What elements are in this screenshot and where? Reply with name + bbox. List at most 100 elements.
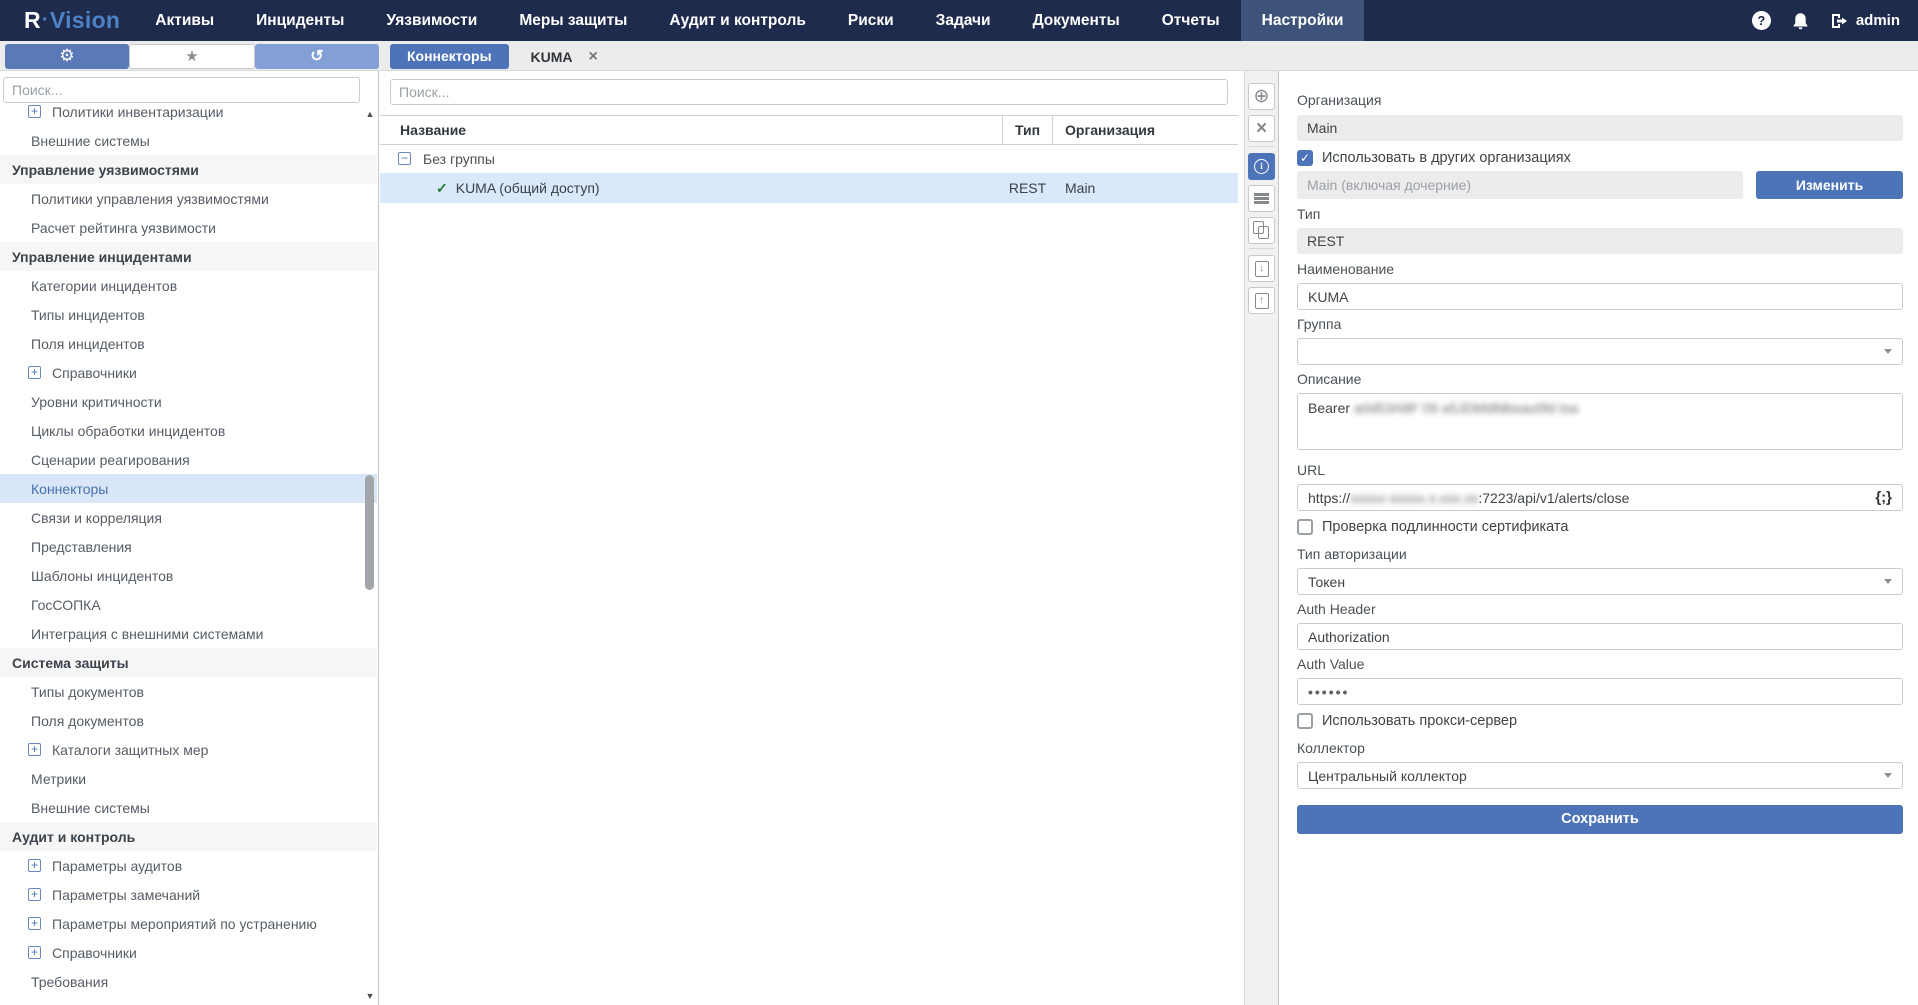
collector-select[interactable]: Центральный коллектор (1297, 762, 1903, 789)
share-checkbox-row[interactable]: Использовать в других организациях (1297, 149, 1903, 166)
add-button[interactable] (1248, 83, 1275, 110)
column-header-name[interactable]: Название (380, 116, 1002, 144)
delete-button[interactable] (1248, 115, 1275, 142)
scroll-down-icon[interactable] (363, 991, 377, 1001)
tab-favorites[interactable] (129, 44, 255, 69)
tree-item[interactable]: Циклы обработки инцидентов (0, 416, 377, 445)
expand-plus-icon[interactable] (28, 859, 41, 872)
tree-item[interactable]: Уровни критичности (0, 387, 377, 416)
nav-item-9[interactable]: Отчеты (1141, 0, 1241, 41)
checkbox-unchecked-icon[interactable] (1297, 519, 1313, 535)
tree-item[interactable]: Метрики (0, 764, 377, 793)
list-view-button[interactable] (1248, 185, 1275, 212)
collapse-group-icon[interactable] (398, 152, 411, 165)
tree-item[interactable]: Поля документов (0, 706, 377, 735)
expand-plus-icon[interactable] (28, 946, 41, 959)
tree-item[interactable]: Связи и корреляция (0, 503, 377, 532)
proxy-checkbox-row[interactable]: Использовать прокси-сервер (1297, 712, 1903, 729)
template-variables-icon[interactable] (1875, 489, 1892, 506)
tree-item[interactable]: Политики инвентаризации (0, 105, 377, 126)
url-redacted-host: xxxxx-xxxxx.x.xxx.xx (1350, 490, 1478, 506)
copy-button[interactable] (1248, 217, 1275, 244)
sidebar-scrollbar[interactable] (363, 105, 377, 1005)
nav-item-3[interactable]: Уязвимости (365, 0, 498, 41)
tree-item[interactable]: ГосСОПКА (0, 590, 377, 619)
tree-item[interactable]: Поля инцидентов (0, 329, 377, 358)
tree-item[interactable]: Справочники (0, 938, 377, 967)
auth-value-input[interactable]: •••••• (1297, 678, 1903, 705)
tree-item[interactable]: Категории инцидентов (0, 271, 377, 300)
nav-item-5[interactable]: Аудит и контроль (648, 0, 826, 41)
auth-type-select[interactable]: Токен (1297, 568, 1903, 595)
active-check-icon (436, 180, 448, 197)
url-prefix: https:// (1308, 490, 1350, 506)
url-input[interactable]: https://xxxxx-xxxxx.x.xxx.xx:7223/api/v1… (1297, 484, 1903, 511)
tree-item[interactable]: Требования (0, 967, 377, 996)
nav-item-1[interactable]: Активы (134, 0, 235, 41)
tree-item[interactable]: Представления (0, 532, 377, 561)
tree-item[interactable]: Внешние системы (0, 793, 377, 822)
nav-item-8[interactable]: Документы (1012, 0, 1141, 41)
description-textarea[interactable]: Bearer a0d53A8F 09 a5JDbfdfdbsau0fd tsa (1297, 393, 1903, 450)
tab-history[interactable] (255, 44, 379, 69)
info-button[interactable] (1248, 153, 1275, 180)
nav-item-2[interactable]: Инциденты (235, 0, 365, 41)
tab-kuma[interactable]: KUMA (531, 49, 598, 65)
checkbox-unchecked-icon[interactable] (1297, 713, 1313, 729)
nav-item-7[interactable]: Задачи (915, 0, 1012, 41)
tree-item[interactable]: Каталоги защитных мер (0, 735, 377, 764)
tab-connectors[interactable]: Коннекторы (390, 44, 509, 69)
change-button[interactable]: Изменить (1756, 171, 1903, 199)
toolbar-divider (1249, 248, 1274, 249)
checkbox-checked-icon[interactable] (1297, 150, 1313, 166)
tree-item[interactable]: Интеграция с внешними системами (0, 619, 377, 648)
group-select[interactable] (1297, 338, 1903, 365)
settings-tree: Политики инвентаризацииВнешние системыУп… (0, 105, 377, 1005)
column-header-type[interactable]: Тип (1002, 116, 1053, 144)
settings-sidebar: Политики инвентаризацииВнешние системыУп… (0, 71, 379, 1005)
expand-plus-icon[interactable] (28, 888, 41, 901)
expand-plus-icon[interactable] (28, 917, 41, 930)
tree-item[interactable]: Параметры мероприятий по устранению (0, 909, 377, 938)
auth-header-input[interactable] (1297, 623, 1903, 650)
save-button[interactable]: Сохранить (1297, 805, 1903, 834)
cert-checkbox-row[interactable]: Проверка подлинности сертификата (1297, 518, 1903, 535)
auth-type-label: Тип авторизации (1297, 546, 1903, 562)
tree-item[interactable]: Типы документов (0, 677, 377, 706)
nav-item-6[interactable]: Риски (827, 0, 915, 41)
tree-item[interactable]: Внешние системы (0, 126, 377, 155)
scroll-up-icon[interactable] (363, 109, 377, 119)
connectors-search-input[interactable] (390, 79, 1228, 105)
import-button[interactable] (1248, 255, 1275, 282)
sidebar-search-input[interactable] (3, 77, 360, 103)
tree-item-label: Внешние системы (31, 800, 150, 816)
help-icon[interactable] (1752, 11, 1771, 30)
expand-plus-icon[interactable] (28, 105, 41, 118)
nav-item-4[interactable]: Меры защиты (498, 0, 648, 41)
nav-item-10[interactable]: Настройки (1241, 0, 1365, 41)
table-group-row[interactable]: Без группы (380, 144, 1238, 174)
name-input[interactable] (1297, 283, 1903, 310)
tab-settings-tree[interactable] (5, 44, 129, 69)
tree-item[interactable]: Параметры аудитов (0, 851, 377, 880)
tree-item[interactable]: Коннекторы (0, 474, 377, 503)
expand-plus-icon[interactable] (28, 743, 41, 756)
tree-item[interactable]: Политики управления уязвимостями (0, 184, 377, 213)
tree-item[interactable]: Шаблоны инцидентов (0, 561, 377, 590)
export-button[interactable] (1248, 287, 1275, 314)
user-menu[interactable]: admin (1830, 12, 1900, 29)
expand-plus-icon[interactable] (28, 366, 41, 379)
tree-item[interactable]: Расчет рейтинга уязвимости (0, 213, 377, 242)
tree-item-label: Представления (31, 539, 132, 555)
tree-item[interactable]: К (0, 996, 377, 1005)
tree-item[interactable]: Типы инцидентов (0, 300, 377, 329)
tree-item[interactable]: Справочники (0, 358, 377, 387)
table-row[interactable]: KUMA (общий доступ) REST Main (380, 173, 1238, 203)
notifications-bell-icon[interactable] (1792, 12, 1809, 30)
tree-item[interactable]: Параметры замечаний (0, 880, 377, 909)
close-tab-icon[interactable] (589, 50, 598, 64)
tree-item[interactable]: Сценарии реагирования (0, 445, 377, 474)
app-logo[interactable]: R·Vision (24, 7, 120, 34)
column-header-org[interactable]: Организация (1053, 116, 1238, 144)
scrollbar-thumb[interactable] (365, 475, 374, 590)
